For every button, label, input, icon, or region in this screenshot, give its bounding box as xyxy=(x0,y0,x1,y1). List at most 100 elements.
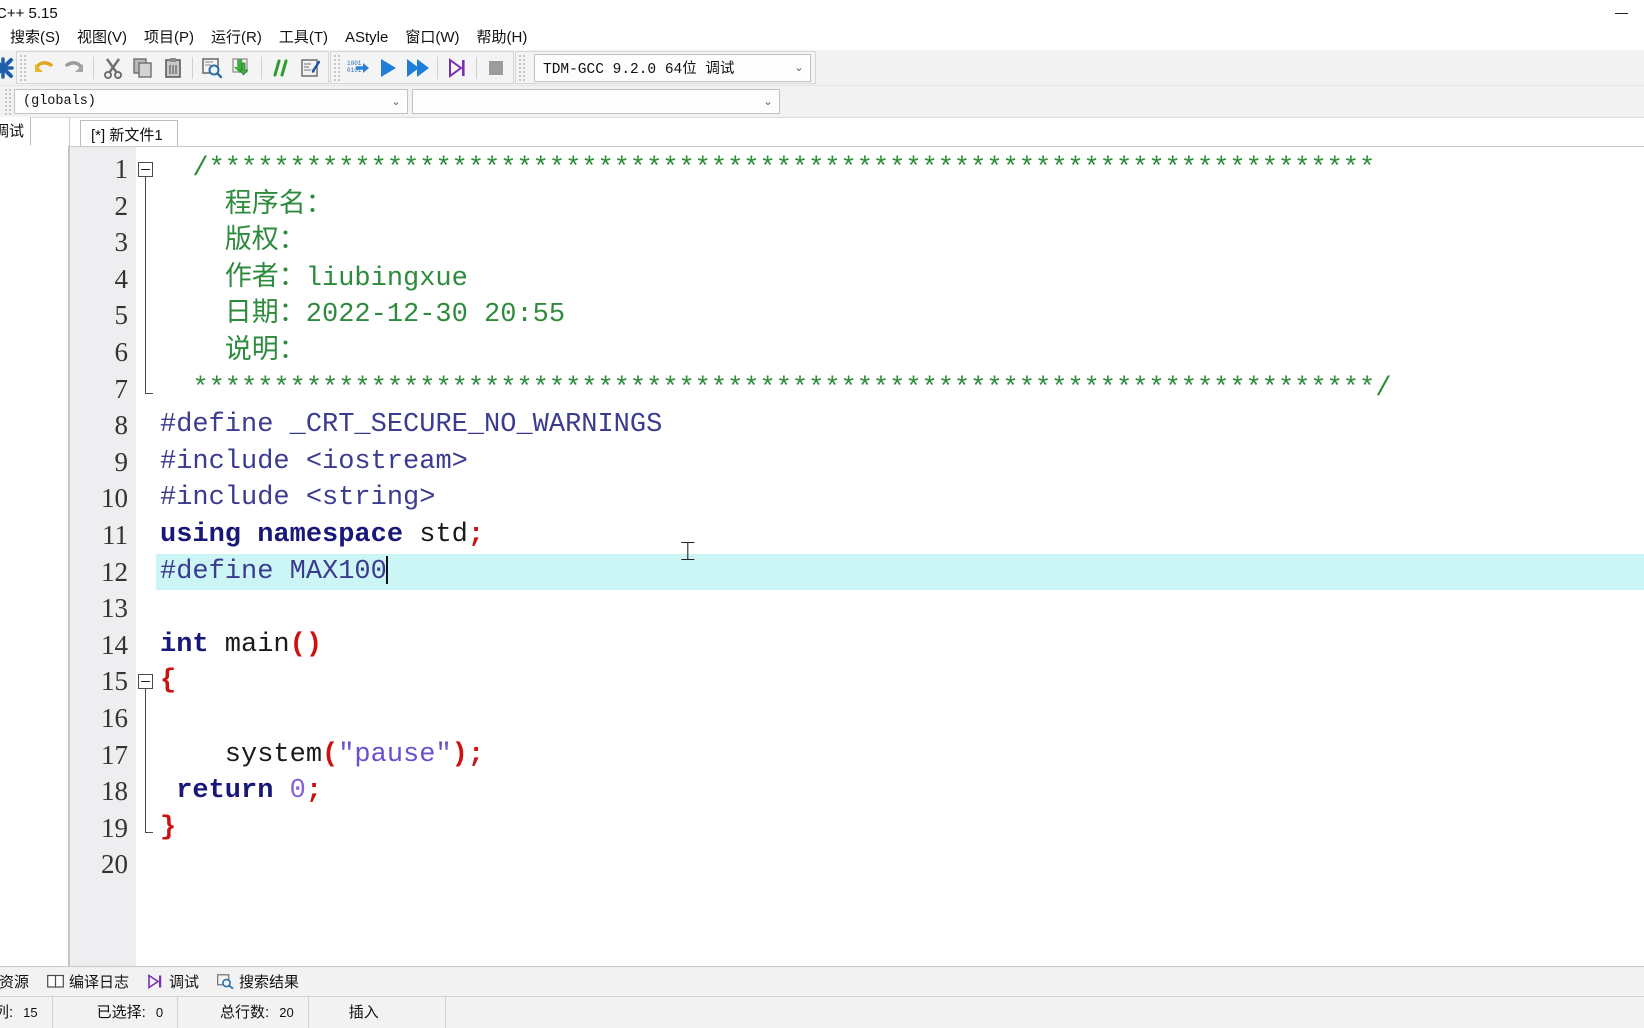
menu-astyle[interactable]: AStyle xyxy=(337,27,397,49)
code-token: #define MAX100 xyxy=(160,556,387,587)
line-number: 8 xyxy=(114,410,129,441)
line-number: 15 xyxy=(101,666,128,697)
copy-icon[interactable] xyxy=(128,53,158,82)
toolbar-separator xyxy=(93,56,94,79)
code-token: ****************************************… xyxy=(160,373,1392,404)
toolbar-grip[interactable] xyxy=(19,54,27,81)
code-line[interactable] xyxy=(156,590,1644,627)
code-line[interactable]: 说明： xyxy=(156,334,1644,371)
bottom-tab-compile-log[interactable]: 编译日志 xyxy=(38,969,138,995)
fold-toggle-icon[interactable] xyxy=(138,161,153,177)
globals-select[interactable]: (globals) ⌄ xyxy=(14,89,408,114)
compiler-select[interactable]: TDM-GCC 9.2.0 64位 调试 ⌄ xyxy=(534,53,811,82)
line-number: 1 xyxy=(114,154,129,184)
status-insert-mode-label: 插入 xyxy=(348,1003,379,1021)
editor-tab-new-file-1[interactable]: [*] 新文件1 xyxy=(80,120,178,146)
left-dock-tabrow: 调试 xyxy=(0,117,69,146)
menu-bar: 搜索(S) 视图(V) 项目(P) 运行(R) 工具(T) AStyle 窗口(… xyxy=(0,26,1644,50)
code-token: ; xyxy=(305,776,323,807)
code-line[interactable]: #define MAX100 xyxy=(156,553,1644,591)
left-dock-panel: 调试 xyxy=(0,117,70,966)
menu-search[interactable]: 搜索(S) xyxy=(2,27,69,49)
fold-toggle-icon[interactable] xyxy=(138,674,153,690)
code-token: 日期：2022-12-30 20:55 xyxy=(160,300,566,331)
code-line[interactable]: { xyxy=(156,663,1644,700)
toolbar-grip[interactable] xyxy=(333,54,341,81)
code-folding-column[interactable] xyxy=(136,147,156,966)
code-line[interactable]: } xyxy=(156,810,1644,847)
paste-icon[interactable] xyxy=(158,53,188,82)
chevron-down-icon[interactable]: ⌄ xyxy=(757,89,779,115)
svg-text:1001: 1001 xyxy=(347,60,362,67)
code-line[interactable]: /***************************************… xyxy=(156,151,1644,188)
comment-icon[interactable] xyxy=(266,53,296,82)
menu-run[interactable]: 运行(R) xyxy=(203,27,271,49)
minimize-button[interactable] xyxy=(1598,0,1644,26)
menu-help[interactable]: 帮助(H) xyxy=(469,27,537,49)
undo-icon[interactable] xyxy=(29,53,59,82)
toolbar-grip[interactable] xyxy=(4,88,12,115)
code-line[interactable]: #include <iostream> xyxy=(156,444,1644,481)
code-token: int xyxy=(160,629,209,660)
status-column: 列: 15 xyxy=(0,996,53,1028)
globals-select-value: (globals) xyxy=(23,94,96,109)
toolbar-row-scope: (globals) ⌄ ⌄ xyxy=(0,85,1644,117)
code-token: 说明： xyxy=(160,336,306,367)
debug-icon[interactable] xyxy=(442,53,472,82)
indent-icon[interactable] xyxy=(296,53,326,82)
code-line[interactable]: 版权： xyxy=(156,224,1644,261)
line-number: 20 xyxy=(101,849,128,880)
code-line[interactable]: ****************************************… xyxy=(156,371,1644,408)
replace-icon[interactable] xyxy=(227,53,257,82)
menu-window[interactable]: 窗口(W) xyxy=(397,27,468,49)
status-total-lines: 总行数: 20 xyxy=(178,996,309,1028)
code-line[interactable]: int main() xyxy=(156,627,1644,664)
menu-tools[interactable]: 工具(T) xyxy=(271,27,337,49)
status-insert-mode: 插入 xyxy=(309,996,446,1028)
scope-select[interactable]: ⌄ xyxy=(412,89,780,114)
code-line[interactable]: 作者：liubingxue xyxy=(156,261,1644,298)
line-number-gutter: 1 2 3 4 5 6 7 8 9 10 11 12 13 14 15 16 17 18 19 20 xyxy=(70,147,136,966)
code-line[interactable]: 程序名： xyxy=(156,188,1644,225)
line-number: 16 xyxy=(101,702,128,733)
code-line[interactable]: 日期：2022-12-30 20:55 xyxy=(156,297,1644,334)
find-icon[interactable] xyxy=(197,53,227,82)
status-selected-label: 已选择: xyxy=(96,1003,146,1021)
stop-icon[interactable] xyxy=(481,53,511,82)
compile-icon[interactable]: 1001 0101 xyxy=(343,53,373,82)
chevron-down-icon[interactable]: ⌄ xyxy=(788,55,810,81)
bottom-panel-tabs: 资源 编译日志 调试 搜索结果 xyxy=(0,966,1644,996)
code-line[interactable]: #include <string> xyxy=(156,480,1644,517)
code-line[interactable] xyxy=(156,700,1644,737)
line-number: 12 xyxy=(101,556,128,587)
code-token: ); xyxy=(451,739,485,770)
redo-icon[interactable] xyxy=(59,53,89,82)
toolbar-group-edit xyxy=(16,51,329,84)
bottom-tab-debug[interactable]: 调试 xyxy=(138,969,208,995)
code-editor[interactable]: 1 2 3 4 5 6 7 8 9 10 11 12 13 14 15 16 17 18 19 20 /*******… xyxy=(70,146,1644,966)
chevron-down-icon[interactable]: ⌄ xyxy=(385,89,407,115)
status-column-value: 15 xyxy=(23,1004,38,1020)
code-text-area[interactable]: /***************************************… xyxy=(156,147,1644,966)
bottom-tab-search-results[interactable]: 搜索结果 xyxy=(208,969,308,995)
menu-view[interactable]: 视图(V) xyxy=(69,27,136,49)
close-x-icon[interactable] xyxy=(0,53,16,82)
editor-pane: [*] 新文件1 1 2 3 4 5 6 7 8 9 10 11 12 13 14 15 16 17 18 19 20… xyxy=(70,118,1644,966)
code-line[interactable]: #define _CRT_SECURE_NO_WARNINGS xyxy=(156,407,1644,444)
compile-run-icon[interactable] xyxy=(403,53,433,82)
menu-project[interactable]: 项目(P) xyxy=(136,27,203,49)
code-token: ; xyxy=(467,519,485,550)
left-dock-tab-debug[interactable]: 调试 xyxy=(0,117,32,146)
run-icon[interactable] xyxy=(373,53,403,82)
compile-log-icon xyxy=(47,974,64,989)
toolbar-grip[interactable] xyxy=(518,54,526,81)
cut-icon[interactable] xyxy=(98,53,128,82)
compiler-select-value: TDM-GCC 9.2.0 64位 调试 xyxy=(543,62,735,78)
code-line[interactable]: using namespace std; xyxy=(156,517,1644,554)
code-token: { xyxy=(160,666,177,697)
code-line[interactable]: system("pause"); xyxy=(156,737,1644,774)
bottom-tab-resources[interactable]: 资源 xyxy=(0,969,38,995)
code-line[interactable]: return 0; xyxy=(156,773,1644,810)
code-line[interactable] xyxy=(156,846,1644,883)
